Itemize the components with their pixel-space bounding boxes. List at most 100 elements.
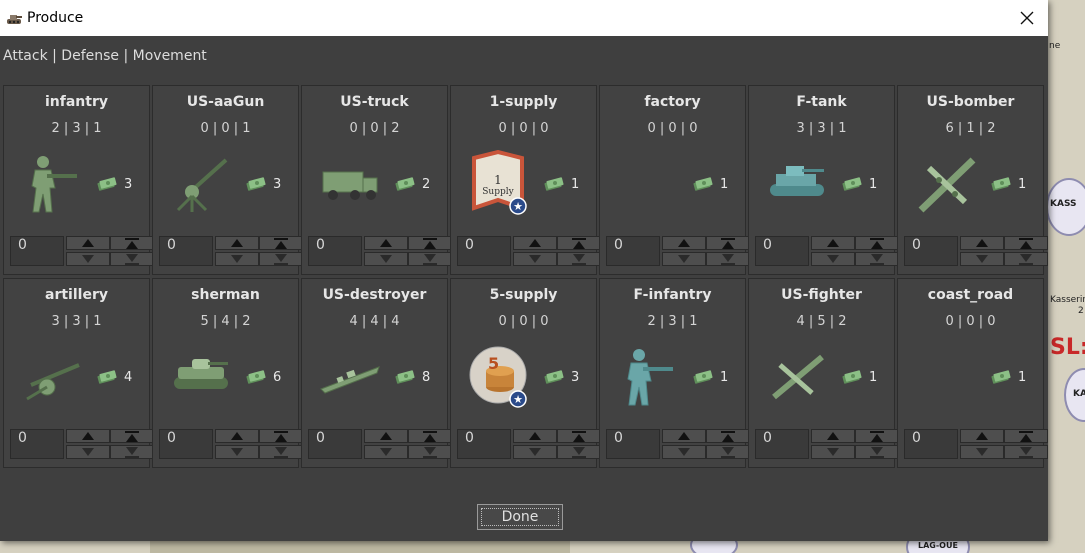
min-button[interactable] — [259, 445, 303, 459]
max-button[interactable] — [855, 236, 899, 250]
min-button[interactable] — [259, 252, 303, 266]
max-button[interactable] — [110, 429, 154, 443]
increment-button[interactable] — [364, 429, 408, 443]
svg-text:★: ★ — [513, 200, 523, 213]
arrow-max-icon — [125, 430, 139, 442]
arrow-max-icon — [1019, 237, 1033, 249]
arrow-down-icon — [82, 448, 94, 456]
decrement-button[interactable] — [513, 445, 557, 459]
increment-button[interactable] — [662, 429, 706, 443]
produce-dialog: Produce Attack | Defense | Movement infa… — [0, 0, 1048, 541]
max-button[interactable] — [706, 429, 750, 443]
decrement-button[interactable] — [513, 252, 557, 266]
quantity-input[interactable]: 0 — [755, 236, 809, 266]
arrow-max-icon — [870, 430, 884, 442]
quantity-input[interactable]: 0 — [308, 236, 362, 266]
quantity-input[interactable]: 0 — [755, 429, 809, 459]
max-button[interactable] — [408, 429, 452, 443]
decrement-button[interactable] — [662, 445, 706, 459]
decrement-button[interactable] — [364, 252, 408, 266]
arrow-down-icon — [678, 255, 690, 263]
decrement-button[interactable] — [960, 445, 1004, 459]
map-label-two: 2 — [1078, 306, 1084, 316]
min-button[interactable] — [408, 445, 452, 459]
svg-text:Supply: Supply — [482, 187, 514, 197]
quantity-input[interactable]: 0 — [606, 429, 660, 459]
increment-button[interactable] — [364, 236, 408, 250]
min-button[interactable] — [557, 252, 601, 266]
increment-button[interactable] — [811, 236, 855, 250]
min-button[interactable] — [1004, 445, 1048, 459]
arrow-min-icon — [423, 253, 437, 265]
increment-button[interactable] — [66, 429, 110, 443]
money-icon — [395, 177, 415, 191]
max-button[interactable] — [557, 429, 601, 443]
min-button[interactable] — [706, 252, 750, 266]
quantity-input[interactable]: 0 — [457, 236, 511, 266]
quantity-input[interactable]: 0 — [904, 236, 958, 266]
max-button[interactable] — [110, 236, 154, 250]
unit-stats: 4 | 4 | 4 — [349, 314, 400, 329]
increment-button[interactable] — [513, 236, 557, 250]
increment-button[interactable] — [215, 429, 259, 443]
quantity-input[interactable]: 0 — [457, 429, 511, 459]
increment-button[interactable] — [215, 236, 259, 250]
quantity-input[interactable]: 0 — [308, 429, 362, 459]
decrement-button[interactable] — [215, 445, 259, 459]
arrow-down-icon — [82, 255, 94, 263]
min-button[interactable] — [408, 252, 452, 266]
stats-legend: Attack | Defense | Movement — [3, 48, 207, 64]
decrement-button[interactable] — [811, 445, 855, 459]
max-button[interactable] — [557, 236, 601, 250]
increment-button[interactable] — [960, 236, 1004, 250]
quantity-input[interactable]: 0 — [10, 236, 64, 266]
increment-button[interactable] — [66, 236, 110, 250]
decrement-button[interactable] — [66, 445, 110, 459]
increment-button[interactable] — [513, 429, 557, 443]
max-button[interactable] — [855, 429, 899, 443]
max-button[interactable] — [706, 236, 750, 250]
min-button[interactable] — [110, 252, 154, 266]
min-button[interactable] — [706, 445, 750, 459]
max-button[interactable] — [259, 236, 303, 250]
max-button[interactable] — [1004, 429, 1048, 443]
money-icon — [246, 370, 266, 384]
decrement-button[interactable] — [66, 252, 110, 266]
min-button[interactable] — [855, 252, 899, 266]
unit-cell-factory: factory 0 | 0 | 0 1 0 — [599, 85, 750, 275]
quantity-input[interactable]: 0 — [10, 429, 64, 459]
decrement-button[interactable] — [960, 252, 1004, 266]
unit-cell-us-aagun: US-aaGun 0 | 0 | 1 3 0 — [152, 85, 303, 275]
arrow-max-icon — [274, 237, 288, 249]
max-button[interactable] — [259, 429, 303, 443]
arrow-down-icon — [231, 255, 243, 263]
arrow-min-icon — [274, 446, 288, 458]
max-button[interactable] — [408, 236, 452, 250]
min-button[interactable] — [557, 445, 601, 459]
increment-button[interactable] — [960, 429, 1004, 443]
max-button[interactable] — [1004, 236, 1048, 250]
quantity-input[interactable]: 0 — [606, 236, 660, 266]
decrement-button[interactable] — [662, 252, 706, 266]
decrement-button[interactable] — [215, 252, 259, 266]
quantity-input[interactable]: 0 — [159, 429, 213, 459]
arrow-min-icon — [870, 446, 884, 458]
svg-text:1: 1 — [494, 173, 502, 187]
close-icon[interactable] — [1016, 7, 1038, 29]
min-button[interactable] — [1004, 252, 1048, 266]
increment-button[interactable] — [811, 429, 855, 443]
decrement-button[interactable] — [364, 445, 408, 459]
money-icon — [544, 370, 564, 384]
decrement-button[interactable] — [811, 252, 855, 266]
min-button[interactable] — [110, 445, 154, 459]
increment-button[interactable] — [662, 236, 706, 250]
unit-cell-f-infantry: F-infantry 2 | 3 | 1 1 0 — [599, 278, 750, 468]
quantity-input[interactable]: 0 — [159, 236, 213, 266]
arrow-up-icon — [529, 432, 541, 440]
money-icon — [693, 370, 713, 384]
min-button[interactable] — [855, 445, 899, 459]
arrow-max-icon — [1019, 430, 1033, 442]
quantity-input[interactable]: 0 — [904, 429, 958, 459]
unit-cell-infantry: infantry 2 | 3 | 1 3 0 — [3, 85, 154, 275]
done-button[interactable]: Done — [477, 504, 563, 530]
